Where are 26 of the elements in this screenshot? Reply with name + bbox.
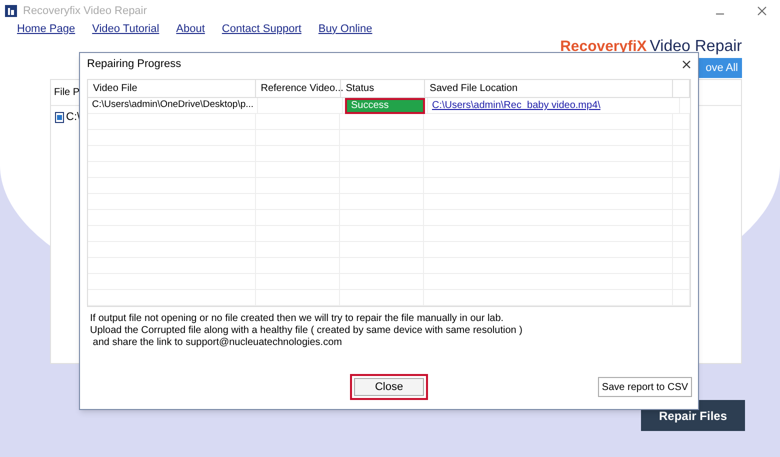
product-name: Video Repair [650,38,742,56]
brand-logo: RecoveryfiX [560,38,647,56]
close-icon[interactable] [757,6,767,16]
file-icon [55,112,64,122]
save-csv-button[interactable]: Save report to CSV [598,377,692,397]
column-header: Video File [88,80,256,97]
nav-link[interactable]: About [176,20,205,38]
column-header: File P [54,86,80,100]
saved-file-link[interactable]: C:\Users\admin\Rec_baby video.mp4\ [432,98,600,113]
nav-link[interactable]: Home Page [17,20,76,38]
nav-link[interactable]: Contact Support [222,20,302,38]
app-icon [5,5,17,17]
status-badge: Success [345,98,425,114]
column-header: Status [340,80,425,97]
nav-link[interactable]: Video Tutorial [92,20,160,38]
column-header: Saved File Location [424,80,674,97]
table-cell: C:\Users\admin\OneDrive\Desktop\p... [88,98,258,113]
close-icon[interactable] [682,60,691,68]
help-note: If output file not opening or no file created then we will try to repair the file manually in our lab. [90,313,505,325]
window-title: Recoveryfix Video Repair [23,4,147,19]
nav-link[interactable]: Buy Online [318,20,372,38]
column-header: Reference Video... [256,80,341,97]
dialog-title: Repairing Progress [87,56,182,72]
close-button[interactable]: Close [350,374,428,400]
help-note: Upload the Corrupted file along with a healthy file ( created by same device with same resolution ) [90,325,524,337]
help-note: and share the link to support@nucleuatechnologies.com [92,337,343,349]
